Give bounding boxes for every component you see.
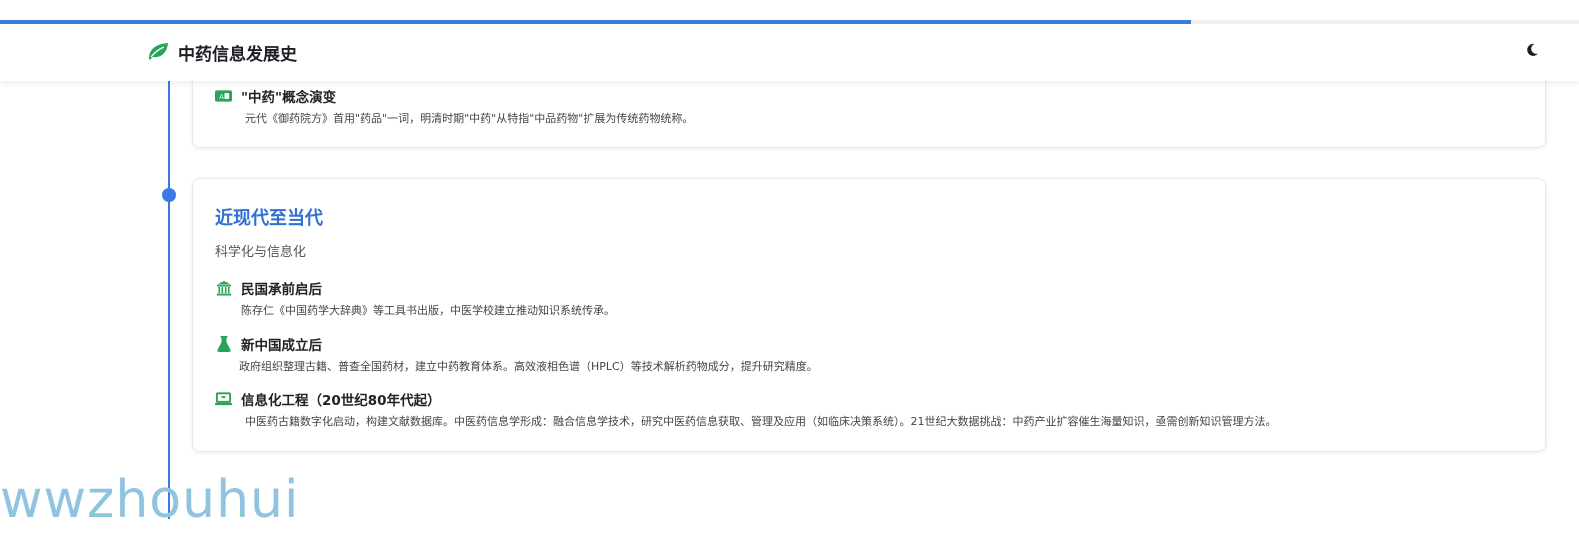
item-description: 陈存仁《中国药学大辞典》等工具书出版，中医学校建立推动知识系统传承。	[241, 304, 615, 317]
era-subtitle: 科学化与信息化	[215, 245, 307, 260]
flask-icon	[215, 336, 232, 352]
timeline-line	[168, 81, 170, 519]
list-item: 新中国成立后 政府组织整理古籍、普查全国药材，建立中药教育体系。高效液相色谱（H…	[215, 334, 818, 374]
list-item: 民国承前启后 陈存仁《中国药学大辞典》等工具书出版，中医学校建立推动知识系统传承…	[215, 278, 615, 318]
laptop-icon	[215, 391, 232, 407]
translate-icon: A	[215, 88, 232, 104]
item-title: "中药"概念演变	[241, 90, 337, 106]
item-title: 民国承前启后	[241, 282, 322, 298]
leaf-icon	[146, 41, 170, 65]
item-description: 中医药古籍数字化启动，构建文献数据库。中医药信息学形成：融合信息学技术，研究中医…	[245, 415, 1277, 428]
brand[interactable]: 中药信息发展史	[146, 40, 297, 65]
item-title: 新中国成立后	[241, 338, 322, 354]
landmark-icon	[215, 280, 232, 296]
theme-toggle-button[interactable]	[1523, 42, 1541, 60]
timeline-dot	[162, 188, 176, 202]
list-item: 信息化工程（20世纪80年代起） 中医药古籍数字化启动，构建文献数据库。中医药信…	[215, 389, 1277, 429]
top-header: 中药信息发展史	[0, 24, 1579, 81]
timeline-card-modern: 近现代至当代 科学化与信息化 民国承前启后 陈存仁《中国药学大辞典》等工具书出版…	[192, 178, 1546, 452]
watermark: wwzhouhui	[0, 470, 300, 530]
moon-icon	[1525, 42, 1539, 61]
svg-text:A: A	[219, 93, 224, 101]
item-description: 元代《御药院方》首用"药品"一词，明清时期"中药"从特指"中品药物"扩展为传统药…	[245, 112, 694, 125]
site-title: 中药信息发展史	[178, 45, 297, 65]
item-title: 信息化工程（20世纪80年代起）	[241, 393, 441, 409]
list-item: A "中药"概念演变 元代《御药院方》首用"药品"一词，明清时期"中药"从特指"…	[215, 86, 693, 126]
item-description: 政府组织整理古籍、普查全国药材，建立中药教育体系。高效液相色谱（HPLC）等技术…	[239, 360, 818, 373]
era-title: 近现代至当代	[215, 208, 323, 229]
